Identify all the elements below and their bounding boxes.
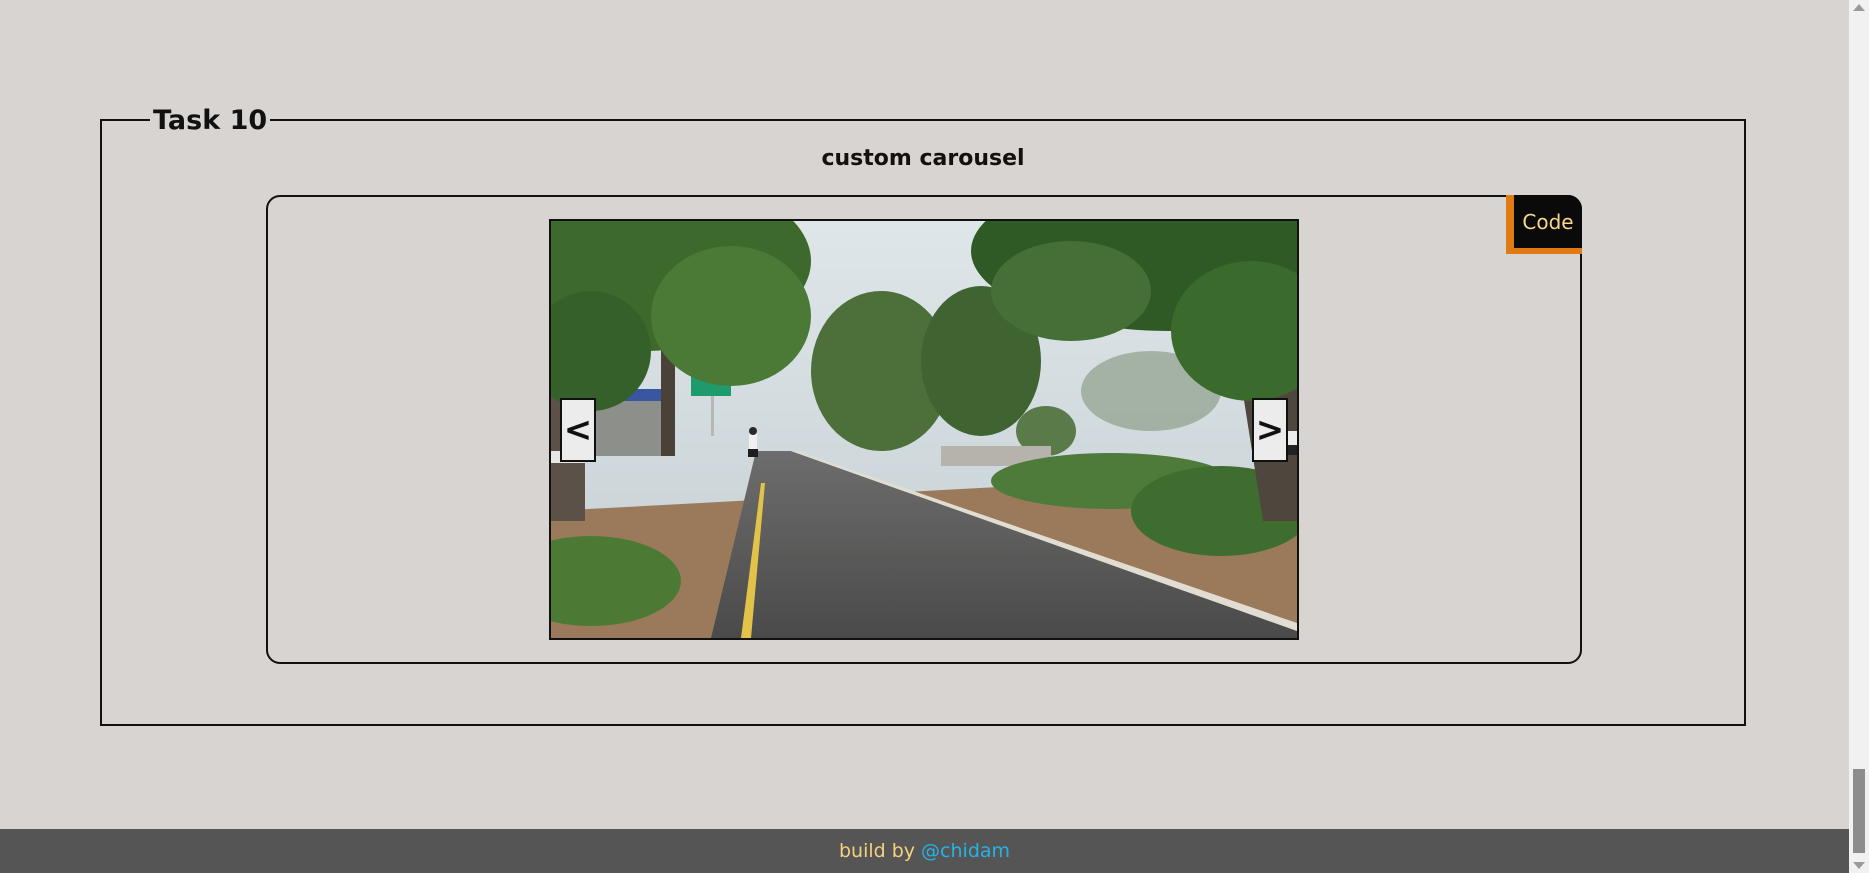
page: Task 10 custom carousel Code < > build b… (0, 0, 1869, 873)
code-button[interactable]: Code (1506, 195, 1582, 254)
carousel-slide-image (549, 219, 1299, 640)
footer-author-link[interactable]: @chidam (921, 840, 1010, 862)
vertical-scrollbar[interactable] (1849, 0, 1869, 873)
footer-text: build by (838, 840, 916, 862)
task-subtitle: custom carousel (821, 146, 1025, 171)
scroll-thumb[interactable] (1853, 769, 1865, 853)
carousel-prev-button[interactable]: < (560, 398, 596, 462)
scroll-down-icon[interactable] (1853, 862, 1865, 869)
task-legend: Task 10 (150, 103, 271, 139)
road-photo (551, 221, 1297, 638)
footer: build by @chidam (0, 829, 1849, 873)
scroll-up-icon[interactable] (1853, 4, 1865, 11)
carousel-next-button[interactable]: > (1252, 398, 1288, 462)
